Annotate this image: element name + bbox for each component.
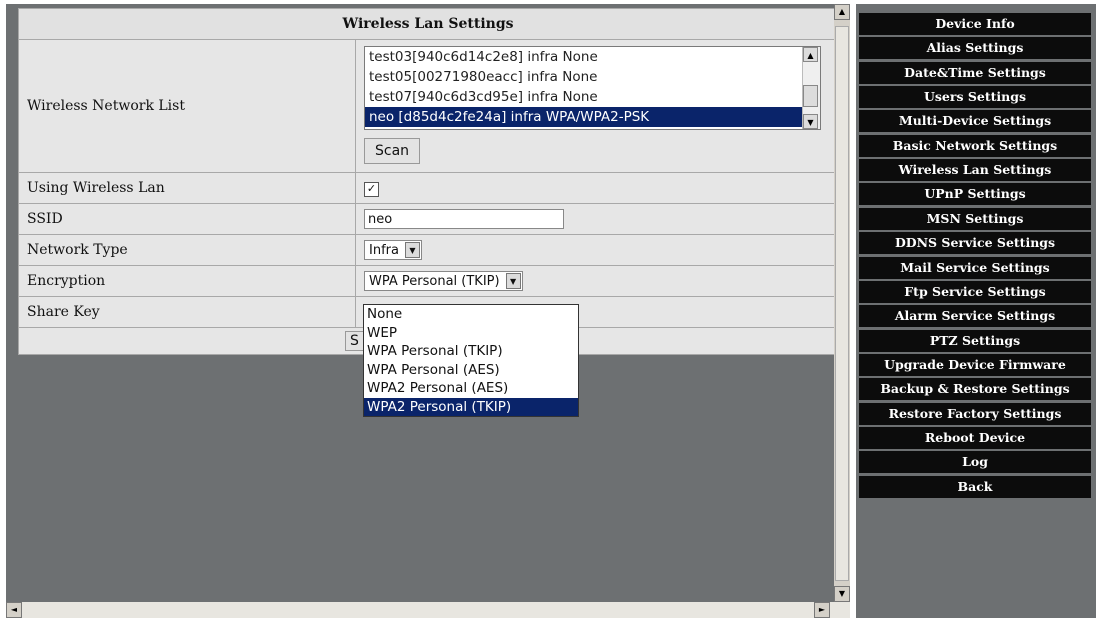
save-button[interactable]: S [345,331,364,351]
encryption-value: WPA Personal (TKIP) [369,273,500,289]
menu-item-msn-settings[interactable]: MSN Settings [859,207,1091,230]
network-item[interactable]: test07[940c6d3cd95e] infra None [365,87,820,107]
network-item-selected[interactable]: neo [d85d4c2fe24a] infra WPA/WPA2-PSK [365,107,820,127]
wireless-network-list[interactable]: test03[940c6d14c2e8] infra None test05[0… [364,46,821,130]
menu-item-alias-settings[interactable]: Alias Settings [859,37,1091,60]
menu-item-ddns-service-settings[interactable]: DDNS Service Settings [859,232,1091,255]
menu-item-ftp-service-settings[interactable]: Ftp Service Settings [859,280,1091,303]
page-title: Wireless Lan Settings [18,8,834,40]
scroll-left-icon[interactable]: ◄ [6,602,22,618]
using-wireless-cell: ✓ [355,172,834,204]
chevron-down-icon[interactable]: ▼ [505,273,521,289]
encryption-option-highlighted[interactable]: WPA2 Personal (TKIP) [364,397,578,416]
menu-item-reboot-device[interactable]: Reboot Device [859,426,1091,449]
network-type-select[interactable]: Infra ▼ [364,240,422,260]
network-list-label: Wireless Network List [18,39,356,173]
chevron-down-icon[interactable]: ▼ [404,242,420,258]
scan-button[interactable]: Scan [364,138,421,164]
encryption-option[interactable]: WPA2 Personal (AES) [364,379,578,398]
encryption-dropdown-list[interactable]: None WEP WPA Personal (TKIP) WPA Persona… [363,304,579,417]
menu-item-restore-factory-settings[interactable]: Restore Factory Settings [859,402,1091,425]
using-wireless-label: Using Wireless Lan [18,172,356,204]
encryption-option[interactable]: WEP [364,324,578,343]
scroll-thumb[interactable] [803,85,818,107]
share-key-label: Share Key [18,296,356,328]
settings-menu: Device Info Alias Settings Date&Time Setti… [856,4,1096,618]
scroll-right-icon[interactable]: ► [814,602,830,618]
network-type-value: Infra [369,242,399,258]
network-type-label: Network Type [18,234,356,266]
browser-frame: Wireless Lan Settings Wireless Network L… [0,0,1104,621]
scroll-up-icon[interactable]: ▲ [834,4,850,20]
scroll-down-icon[interactable]: ▼ [803,114,818,129]
menu-item-device-info[interactable]: Device Info [859,13,1091,35]
network-item[interactable]: test05[00271980eacc] infra None [365,67,820,87]
menu-item-alarm-service-settings[interactable]: Alarm Service Settings [859,305,1091,328]
menu-item-back[interactable]: Back [859,475,1091,498]
menu-item-users-settings[interactable]: Users Settings [859,86,1091,109]
encryption-option[interactable]: WPA Personal (TKIP) [364,342,578,361]
using-wireless-checkbox[interactable]: ✓ [364,181,379,197]
ssid-input[interactable]: neo [364,209,564,229]
network-item[interactable]: test03[940c6d14c2e8] infra None [365,47,820,67]
scroll-up-icon[interactable]: ▲ [803,47,818,62]
menu-item-date-time-settings[interactable]: Date&Time Settings [859,61,1091,84]
wireless-settings-table: Wireless Lan Settings Wireless Network L… [18,8,834,355]
network-type-cell: Infra ▼ [355,234,834,266]
encryption-option[interactable]: WPA Personal (AES) [364,361,578,380]
menu-item-upgrade-device-firmware[interactable]: Upgrade Device Firmware [859,353,1091,376]
menu-item-multi-device-settings[interactable]: Multi-Device Settings [859,110,1091,133]
settings-pane: Wireless Lan Settings Wireless Network L… [6,4,834,602]
encryption-cell: WPA Personal (TKIP) ▼ [355,265,834,297]
menu-item-upnp-settings[interactable]: UPnP Settings [859,183,1091,206]
menu-item-basic-network-settings[interactable]: Basic Network Settings [859,134,1091,157]
page-horizontal-scrollbar[interactable]: ◄ ► [6,602,850,618]
network-list-scrollbar[interactable]: ▲ ▼ [802,47,820,129]
ssid-label: SSID [18,203,356,235]
menu-item-backup-restore-settings[interactable]: Backup & Restore Settings [859,378,1091,401]
menu-item-mail-service-settings[interactable]: Mail Service Settings [859,256,1091,279]
page-scroll-thumb[interactable] [835,26,849,581]
page-vertical-scrollbar[interactable]: ▲ ▼ [834,4,850,602]
menu-item-log[interactable]: Log [859,451,1091,474]
encryption-option[interactable]: None [364,305,578,324]
menu-item-wireless-lan-settings[interactable]: Wireless Lan Settings [859,159,1091,182]
ssid-cell: neo [355,203,834,235]
scroll-down-icon[interactable]: ▼ [834,586,850,602]
network-list-cell: test03[940c6d14c2e8] infra None test05[0… [355,39,834,173]
encryption-label: Encryption [18,265,356,297]
encryption-select[interactable]: WPA Personal (TKIP) ▼ [364,271,523,291]
menu-item-ptz-settings[interactable]: PTZ Settings [859,329,1091,352]
